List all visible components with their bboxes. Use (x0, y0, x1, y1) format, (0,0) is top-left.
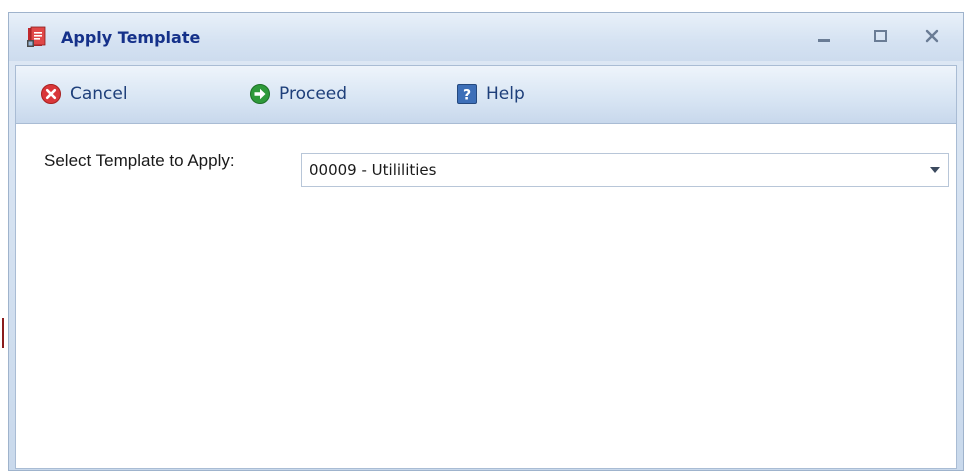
screen: Apply Template Cancel Proceed ? Help Sel… (0, 0, 964, 471)
maximize-icon[interactable] (869, 25, 891, 47)
template-select-dropdown[interactable]: 00009 - Utililities (301, 153, 949, 187)
cancel-icon (41, 84, 61, 104)
cancel-button[interactable]: Cancel (40, 81, 128, 107)
svg-text:?: ? (463, 88, 471, 104)
help-label: Help (486, 84, 525, 104)
proceed-button[interactable]: Proceed (249, 81, 347, 107)
dialog-content: Cancel Proceed ? Help Select Template to… (15, 65, 957, 469)
cancel-label: Cancel (70, 84, 128, 104)
help-question-icon: ? (457, 84, 477, 104)
template-app-icon (27, 26, 46, 47)
background-window-edge (0, 0, 8, 471)
close-icon[interactable] (921, 25, 943, 47)
action-toolbar: Cancel Proceed ? Help (16, 66, 956, 124)
chevron-down-icon[interactable] (930, 167, 940, 173)
proceed-arrow-icon (250, 84, 270, 104)
template-select-row: Select Template to Apply: (44, 143, 242, 179)
apply-template-dialog: Apply Template Cancel Proceed ? Help Sel… (8, 12, 964, 471)
proceed-label: Proceed (279, 84, 348, 104)
template-select-label: Select Template to Apply: (44, 151, 235, 170)
help-button[interactable]: ? Help (456, 81, 525, 107)
minimize-icon[interactable] (813, 25, 835, 47)
title-bar[interactable]: Apply Template (9, 13, 963, 61)
dialog-title: Apply Template (61, 28, 201, 47)
template-select-value: 00009 - Utililities (309, 161, 437, 179)
background-marker (2, 318, 4, 348)
